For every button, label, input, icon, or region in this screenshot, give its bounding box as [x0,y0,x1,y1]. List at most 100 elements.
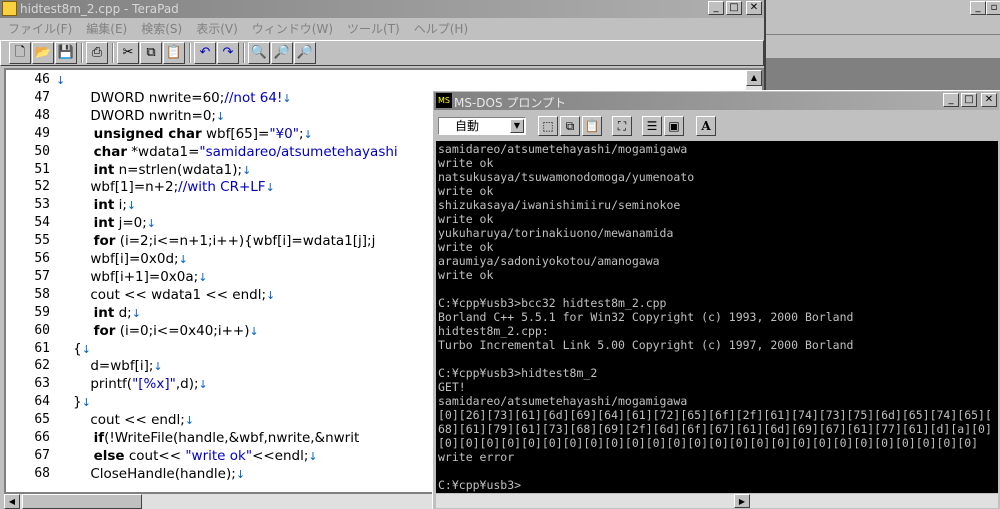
line-number: 51 [34,161,50,177]
code-token: j=0; [114,215,147,232]
code-token: ↓ [198,378,208,392]
code-line: DWORD nwritn=0;↓ [56,108,225,124]
code-token: ↓ [282,91,292,105]
code-line: int d;↓ [56,305,141,321]
menu-tools[interactable]: ツール(T) [339,18,406,36]
scroll-up-icon[interactable]: ▲ [746,70,762,86]
restore-icon[interactable]: ▫ [986,1,1000,15]
save-icon[interactable]: 💾 [55,42,77,64]
console-line: write ok [438,184,494,198]
console-line: C:¥cpp¥usb3>hidtest8m_2 [438,366,598,380]
code-token: ↓ [265,181,275,195]
copy-icon[interactable]: ⧉ [560,116,580,136]
line-number: 55 [34,233,50,249]
line-number: 63 [34,376,50,392]
code-line: cout << wdata1 << endl;↓ [56,287,275,303]
line-number: 62 [34,358,50,374]
close-icon[interactable]: ✕ [746,1,762,15]
horizontal-scroll-thumb[interactable] [22,494,142,509]
close-icon[interactable]: ✕ [981,93,997,107]
minimize-icon[interactable]: _ [970,1,986,15]
print-icon[interactable]: ⎙ [86,42,108,64]
console-screen[interactable]: samidareo/atsumetehayashi/mogamigawa writ… [436,141,998,493]
code-token: printf( [56,376,133,393]
toolbar-separator [243,43,245,63]
msdos-titlebar: MS MS-DOS プロンプト _ □ ✕ [434,92,999,110]
code-line: printf("[%x]",d);↓ [56,376,208,393]
code-line: wbf[i+1]=0x0a;↓ [56,269,207,285]
menu-search[interactable]: 検索(S) [133,18,188,36]
code-line: DWORD nwrite=60;//not 64!↓ [56,90,292,106]
code-line: int i;↓ [56,197,137,214]
maximize-icon[interactable]: □ [726,1,742,15]
find-icon[interactable]: 🔍 [248,42,270,64]
minimize-icon[interactable]: _ [708,1,724,15]
copy-icon[interactable]: ⧉ [140,42,162,64]
line-number: 57 [34,268,50,284]
chevron-down-icon[interactable]: ▼ [510,119,524,133]
code-token: ↓ [56,74,66,87]
terapad-titlebar: hidtest8m_2.cpp - TeraPad _ □ ✕ [0,0,764,18]
code-token: ↓ [178,253,188,266]
font-size-select[interactable]: 自動 ▼ [438,117,526,135]
code-token: (i=0;i<=0x40;i++) [115,322,250,339]
undo-icon[interactable]: ↶ [194,42,216,64]
find-prev-icon[interactable]: 🔎 [271,42,293,64]
mark-icon[interactable]: ⬚ [538,116,558,136]
toolbar-separator [112,43,114,63]
code-token: ↓ [235,467,246,481]
console-line: shizukasaya/iwanishimiiru/seminokoe [438,198,681,212]
code-token: wbf[1]=n+2; [56,179,179,196]
code-token: cout<< [124,447,186,464]
open-folder-icon[interactable]: 📂 [32,42,54,64]
code-token: ↓ [266,288,276,302]
minimize-icon[interactable]: _ [943,93,959,107]
menu-view[interactable]: 表示(V) [188,18,244,36]
code-token: <<endl; [252,447,309,464]
code-token: i; [114,197,127,214]
terapad-app-icon [2,1,17,16]
code-token: ↓ [198,270,208,284]
code-token: //with CR+LF [178,179,266,196]
console-line: Borland C++ 5.5.1 for Win32 Copyright (c… [438,310,854,324]
find-next-icon[interactable]: 🔎 [294,42,316,64]
fullscreen-icon[interactable]: ⛶ [612,116,632,136]
code-token: int [56,161,115,178]
code-line: }↓ [56,394,91,410]
properties-icon[interactable]: ☰ [642,116,662,136]
msdos-title: MS-DOS プロンプト [454,96,567,110]
code-token: (i=2;i<=n+1;i++){wbf[i]=wdata1[j];j [115,233,376,250]
maximize-icon[interactable]: □ [961,93,977,107]
console-line: yukuharuya/torinakiuono/mewanamida [438,226,674,240]
code-token: ↓ [184,414,195,428]
terapad-menubar: ファイル(F) 編集(E) 検索(S) 表示(V) ウィンドウ(W) ツール(T… [0,18,764,36]
background-window-menubar [766,18,1000,35]
paste-icon[interactable]: 📋 [582,116,602,136]
console-horizontal-scrollbar[interactable]: ▶ [436,494,998,508]
console-line: C:¥cpp¥usb3> [438,478,522,492]
paste-icon[interactable]: 📋 [163,42,185,64]
code-token: ↓ [146,217,157,231]
line-number: 68 [34,465,50,481]
code-line: d=wbf[i];↓ [56,358,162,374]
console-line: GET! [438,380,466,394]
new-file-icon[interactable]: 🗋 [9,42,31,64]
menu-edit[interactable]: 編集(E) [78,18,133,36]
scroll-left-icon[interactable]: ◀ [4,494,20,509]
code-line: int n=strlen(wdata1);↓ [56,161,252,178]
line-number: 67 [34,447,50,463]
scroll-right-icon[interactable]: ▶ [734,494,750,508]
msdos-toolbar: 自動 ▼ ⬚ ⧉ 📋 ⛶ ☰ ▣ A [434,113,999,139]
background-window-toolbar [766,36,1000,58]
code-token: int [56,197,115,214]
font-icon[interactable]: A [696,116,716,136]
redo-icon[interactable]: ↷ [217,42,239,64]
code-line: {↓ [56,341,91,357]
console-line: Turbo Incremental Link 5.00 Copyright (c… [438,338,854,352]
cut-icon[interactable]: ✂ [117,42,139,64]
menu-file[interactable]: ファイル(F) [0,18,78,36]
font-size-value: 自動 [455,119,480,133]
background-icon[interactable]: ▣ [664,116,684,136]
menu-help[interactable]: ヘルプ(H) [406,18,474,36]
menu-window[interactable]: ウィンドウ(W) [244,18,339,36]
